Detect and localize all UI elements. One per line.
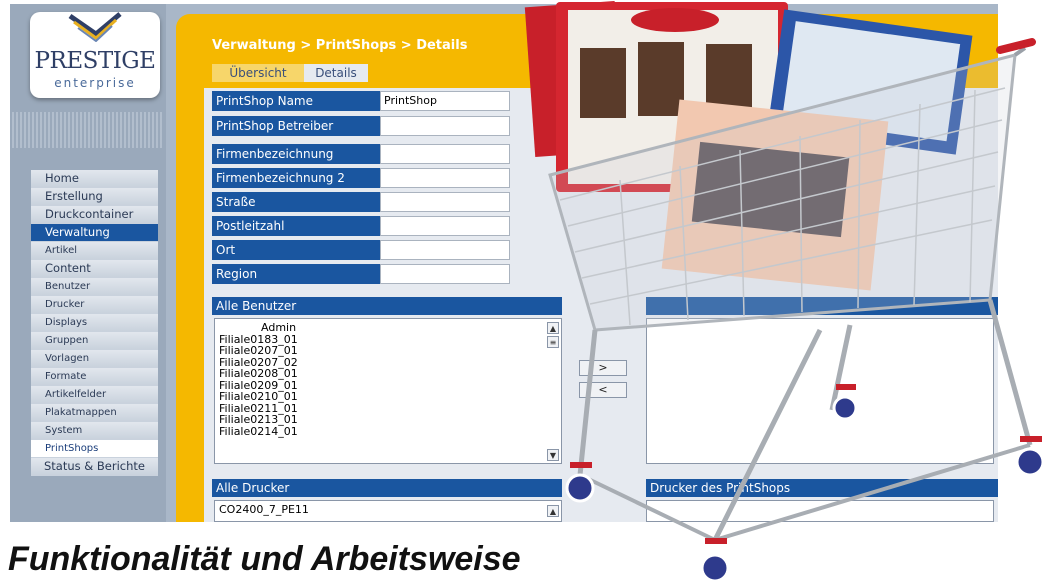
sidebar-item-artikelfelder[interactable]: Artikelfelder xyxy=(31,386,158,404)
sidebar-item-erstellung[interactable]: Erstellung xyxy=(31,188,158,206)
list-item[interactable]: Filiale0214_01 xyxy=(215,425,561,438)
street-input[interactable] xyxy=(380,192,510,212)
logo: PRESTIGE enterprise xyxy=(30,12,160,98)
list-item[interactable]: Filiale0210_01 xyxy=(215,391,561,403)
company2-input[interactable] xyxy=(380,168,510,188)
company-label: Firmenbezeichnung xyxy=(212,144,380,164)
logo-emblem-icon xyxy=(68,12,122,42)
sidebar-item-system[interactable]: System xyxy=(31,422,158,440)
sidebar-item-printshops[interactable]: PrintShops xyxy=(31,440,158,458)
sidebar-item-verwaltung[interactable]: Verwaltung xyxy=(31,224,158,242)
region-label: Region xyxy=(212,264,380,284)
users-listbox[interactable]: ▲ ≡ ▼ Admin Filiale0183_01 Filiale0207_01 F… xyxy=(214,318,562,464)
zip-input[interactable] xyxy=(380,216,510,236)
printers-listbox[interactable]: ▲ CO2400_7_PE11 xyxy=(214,500,562,522)
cart-wheels xyxy=(565,384,1045,583)
sidebar-item-formate[interactable]: Formate xyxy=(31,368,158,386)
list-item[interactable]: Filiale0208_01 xyxy=(215,368,561,380)
shopping-cart-illustration xyxy=(524,1,1045,583)
company2-label: Firmenbezeichnung 2 xyxy=(212,168,380,188)
sidebar-nav: Home Erstellung Druckcontainer Verwaltung Ar… xyxy=(31,170,158,476)
sidebar-item-plakatmappen[interactable]: Plakatmappen xyxy=(31,404,158,422)
sidebar-item-artikel[interactable]: Artikel xyxy=(31,242,158,260)
list-item[interactable]: Admin xyxy=(215,322,561,334)
tab-overview[interactable]: Übersicht xyxy=(212,64,304,82)
list-item[interactable]: Filiale0213_01 xyxy=(215,414,561,426)
sidebar-item-benutzer[interactable]: Benutzer xyxy=(31,278,158,296)
region-input[interactable] xyxy=(380,264,510,284)
logo-subtitle: enterprise xyxy=(54,76,136,90)
list-item[interactable]: CO2400_7_PE11 xyxy=(215,504,561,516)
city-input[interactable] xyxy=(380,240,510,260)
company-input[interactable] xyxy=(380,144,510,164)
page-caption: Funktionalität und Arbeitsweise xyxy=(8,540,521,578)
sidebar-item-home[interactable]: Home xyxy=(31,170,158,188)
sidebar-item-vorlagen[interactable]: Vorlagen xyxy=(31,350,158,368)
sidebar-item-displays[interactable]: Displays xyxy=(31,314,158,332)
printers-panel-header: Alle Drucker xyxy=(212,479,562,497)
printshop-operator-input[interactable] xyxy=(380,116,510,136)
sidebar-item-gruppen[interactable]: Gruppen xyxy=(31,332,158,350)
printshop-name-input[interactable]: PrintShop xyxy=(380,91,510,111)
breadcrumb: Verwaltung > PrintShops > Details xyxy=(212,38,468,53)
tab-details[interactable]: Details xyxy=(304,64,368,82)
sidebar-item-content[interactable]: Content xyxy=(31,260,158,278)
sidebar-item-status-berichte[interactable]: Status & Berichte xyxy=(31,458,158,476)
printshop-name-label: PrintShop Name xyxy=(212,91,380,111)
zip-label: Postleitzahl xyxy=(212,216,380,236)
decorative-stripes xyxy=(12,112,162,148)
sidebar-item-druckcontainer[interactable]: Druckcontainer xyxy=(31,206,158,224)
street-label: Straße xyxy=(212,192,380,212)
city-label: Ort xyxy=(212,240,380,260)
users-panel-header: Alle Benutzer xyxy=(212,297,562,315)
printshop-operator-label: PrintShop Betreiber xyxy=(212,116,380,136)
sidebar-item-drucker[interactable]: Drucker xyxy=(31,296,158,314)
logo-name: PRESTIGE xyxy=(34,48,156,74)
list-item[interactable]: Filiale0207_01 xyxy=(215,345,561,357)
